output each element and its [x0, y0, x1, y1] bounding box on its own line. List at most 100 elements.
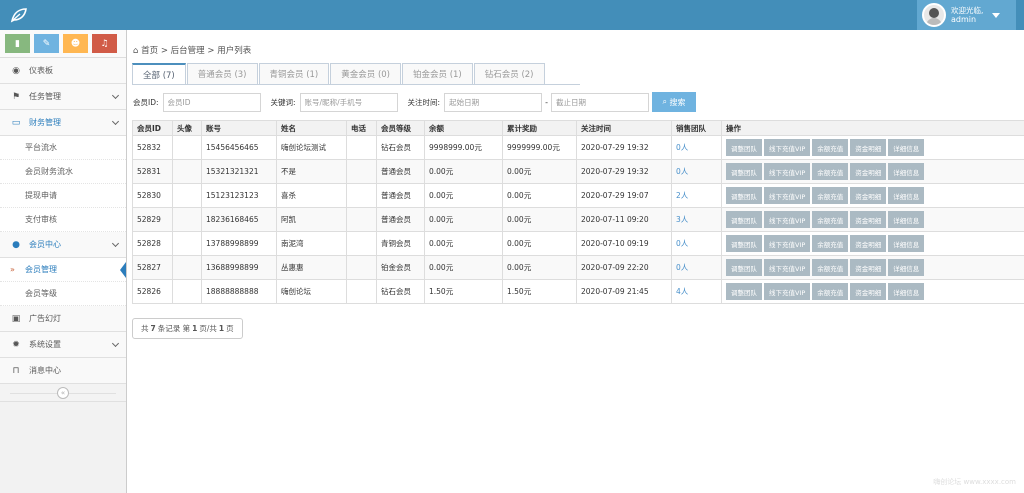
table-header-row: 会员ID 头像 账号 姓名 电话 会员等级 余额 累计奖励 关注时间 销售团队 操作	[132, 120, 1024, 136]
breadcrumb-separator: >	[160, 46, 168, 56]
sidebar-item-member-center[interactable]: ● 会员中心	[0, 232, 126, 258]
sidebar-item-task[interactable]: ⚑ 任务管理	[0, 84, 126, 110]
fund-detail-button[interactable]: 资金明细	[850, 211, 887, 228]
cell-team[interactable]: 3人	[671, 207, 722, 232]
sidebar-item-ads[interactable]: ▣ 广告幻灯	[0, 306, 126, 332]
cell-account: 15456456465	[201, 135, 277, 160]
cell-team[interactable]: 0人	[671, 159, 722, 184]
balance-recharge-button[interactable]: 余额充值	[812, 235, 849, 252]
chevron-down-icon	[111, 339, 120, 348]
main-content: ⌂ 首页 > 后台管理 > 用户列表 全部 (7) 普通会员 (3) 青铜会员 …	[127, 30, 1024, 493]
shortcut-button[interactable]: ☻	[63, 34, 88, 53]
sidebar-subitem-member-manage[interactable]: 会员管理	[0, 258, 126, 282]
fund-detail-button[interactable]: 资金明细	[850, 139, 887, 156]
cell-team[interactable]: 0人	[671, 231, 722, 256]
shortcut-button[interactable]: ✎	[34, 34, 59, 53]
breadcrumb-home[interactable]: 首页	[141, 46, 158, 56]
offline-vip-button[interactable]: 线下充值VIP	[764, 187, 811, 204]
adjust-team-button[interactable]: 调整团队	[726, 259, 762, 276]
offline-vip-button[interactable]: 线下充值VIP	[764, 139, 811, 156]
leaf-logo-icon[interactable]	[10, 7, 28, 23]
sidebar-subitem-withdraw[interactable]: 提现申请	[0, 184, 126, 208]
fund-detail-button[interactable]: 资金明细	[850, 283, 887, 300]
tab-all[interactable]: 全部 (7)	[132, 63, 186, 84]
cell-phone	[346, 231, 377, 256]
cell-avatar	[172, 255, 202, 280]
cell-team[interactable]: 0人	[671, 255, 722, 280]
tab-diamond[interactable]: 钻石会员 (2)	[473, 63, 545, 84]
sidebar-item-settings[interactable]: ✹ 系统设置	[0, 332, 126, 358]
tab-platinum[interactable]: 铂金会员 (1)	[402, 63, 473, 84]
pagination-info: 共 7 条记录 第 1 页/共 1 页	[132, 318, 243, 339]
detail-info-button[interactable]: 详细信息	[888, 259, 925, 276]
balance-recharge-button[interactable]: 余额充值	[812, 259, 849, 276]
member-id-input[interactable]	[162, 92, 261, 112]
chevron-down-icon	[111, 239, 120, 248]
adjust-team-button[interactable]: 调整团队	[726, 139, 762, 156]
keyword-label: 关键词:	[270, 97, 296, 107]
detail-info-button[interactable]: 详细信息	[888, 187, 925, 204]
search-button[interactable]: ⌕ 搜索	[651, 92, 696, 112]
tab-bronze[interactable]: 青铜会员 (1)	[258, 63, 330, 84]
offline-vip-button[interactable]: 线下充值VIP	[764, 163, 811, 180]
adjust-team-button[interactable]: 调整团队	[726, 283, 762, 300]
detail-info-button[interactable]: 详细信息	[888, 163, 925, 180]
offline-vip-button[interactable]: 线下充值VIP	[764, 211, 811, 228]
collapse-sidebar-button[interactable]: «	[57, 386, 69, 399]
balance-recharge-button[interactable]: 余额充值	[812, 139, 849, 156]
cell-time: 2020-07-10 09:19	[576, 231, 672, 256]
cell-team[interactable]: 4人	[671, 279, 722, 304]
fund-detail-button[interactable]: 资金明细	[850, 187, 887, 204]
breadcrumb-admin[interactable]: 后台管理	[171, 46, 205, 56]
detail-info-button[interactable]: 详细信息	[888, 139, 925, 156]
user-menu[interactable]: 欢迎光临, admin	[917, 0, 1016, 30]
cell-phone	[346, 183, 377, 208]
sidebar-item-dashboard[interactable]: ◉ 仪表板	[0, 58, 126, 84]
member-table: 会员ID 头像 账号 姓名 电话 会员等级 余额 累计奖励 关注时间 销售团队 操作 52832 15…	[132, 120, 1024, 304]
sidebar-item-label: 广告幻灯	[29, 314, 61, 323]
picture-icon: ▣	[11, 313, 21, 324]
balance-recharge-button[interactable]: 余额充值	[812, 163, 849, 180]
keyword-input[interactable]	[299, 92, 398, 112]
adjust-team-button[interactable]: 调整团队	[726, 211, 762, 228]
bookmark-icon: ⊓	[12, 365, 20, 376]
sidebar-subitem-platform-flow[interactable]: 平台流水	[0, 136, 126, 160]
cell-team[interactable]: 0人	[671, 135, 722, 160]
cell-id: 52826	[132, 279, 173, 304]
cell-level: 钻石会员	[376, 135, 425, 160]
balance-recharge-button[interactable]: 余额充值	[812, 211, 849, 228]
sidebar-subitem-payment-review[interactable]: 支付审核	[0, 208, 126, 232]
detail-info-button[interactable]: 详细信息	[888, 235, 925, 252]
sidebar-item-finance[interactable]: ▭ 财务管理	[0, 110, 126, 136]
balance-recharge-button[interactable]: 余额充值	[812, 283, 849, 300]
offline-vip-button[interactable]: 线下充值VIP	[764, 259, 811, 276]
offline-vip-button[interactable]: 线下充值VIP	[764, 235, 811, 252]
sidebar-subitem-member-finance[interactable]: 会员财务流水	[0, 160, 126, 184]
bell-icon: ♫	[100, 38, 109, 49]
adjust-team-button[interactable]: 调整团队	[726, 187, 762, 204]
column-header: 会员等级	[376, 120, 425, 136]
table-row: 52829 18236168465 阿凯 普通会员 0.00元 0.00元 2020-07-…	[132, 207, 1024, 232]
fund-detail-button[interactable]: 资金明细	[850, 235, 887, 252]
detail-info-button[interactable]: 详细信息	[888, 211, 925, 228]
cell-team[interactable]: 2人	[671, 183, 722, 208]
detail-info-button[interactable]: 详细信息	[888, 283, 925, 300]
fund-detail-button[interactable]: 资金明细	[850, 259, 887, 276]
balance-recharge-button[interactable]: 余额充值	[812, 187, 849, 204]
breadcrumb-separator: >	[207, 46, 215, 56]
tab-gold[interactable]: 黄金会员 (0)	[330, 63, 401, 84]
adjust-team-button[interactable]: 调整团队	[726, 235, 762, 252]
shortcut-button[interactable]: ▮	[5, 34, 30, 53]
start-date-input[interactable]	[444, 92, 543, 112]
adjust-team-button[interactable]: 调整团队	[726, 163, 762, 180]
cell-level: 普通会员	[376, 207, 425, 232]
fund-detail-button[interactable]: 资金明细	[850, 163, 887, 180]
sidebar-subitem-member-level[interactable]: 会员等级	[0, 282, 126, 306]
cell-id: 52830	[132, 183, 173, 208]
end-date-input[interactable]	[550, 92, 649, 112]
shortcut-button[interactable]: ♫	[92, 34, 117, 53]
sidebar-item-messages[interactable]: ⊓ 消息中心	[0, 358, 126, 384]
offline-vip-button[interactable]: 线下充值VIP	[764, 283, 811, 300]
tab-normal[interactable]: 普通会员 (3)	[186, 63, 258, 84]
cell-account: 13688998899	[201, 255, 277, 280]
